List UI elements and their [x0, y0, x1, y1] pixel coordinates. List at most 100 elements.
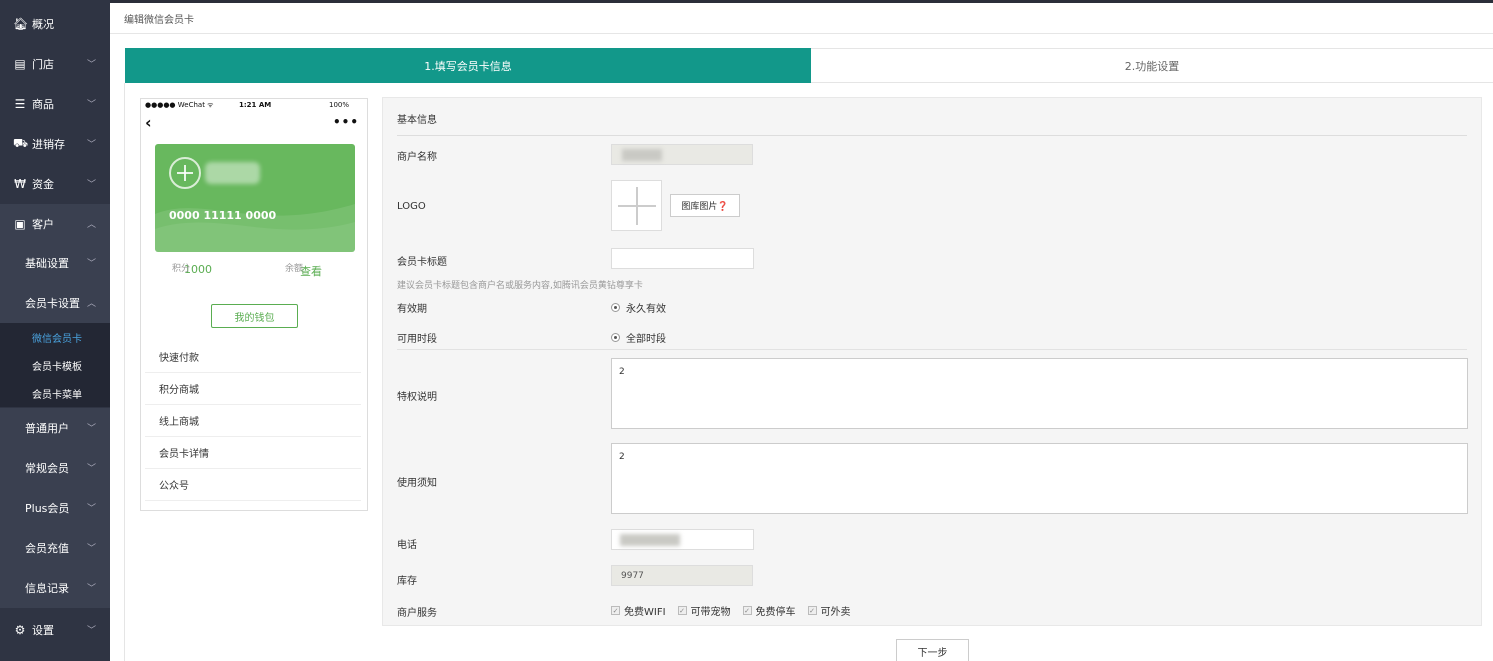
services-checkboxes: ✓ 免费WIFI ✓ 可带宠物 ✓ 免费停车 ✓ 可外卖: [611, 603, 863, 618]
member-card: 0000 11111 0000: [155, 144, 355, 252]
period-label: 可用时段: [397, 334, 437, 345]
sidebar-item-normal-users[interactable]: 普通用户 ﹀: [0, 408, 110, 448]
sidebar-item-label: 会员充值: [25, 542, 69, 555]
chevron-down-icon: ﹀: [86, 100, 96, 110]
points-value: 1000: [184, 263, 212, 276]
sidebar-item-basic-settings[interactable]: 基础设置 ﹀: [0, 243, 110, 283]
sidebar-item-label: 常规会员: [25, 462, 69, 475]
sidebar-item-label: 客户: [32, 218, 54, 231]
sidebar-item-wechat-card[interactable]: 微信会员卡: [0, 323, 110, 351]
list-item[interactable]: 线上商城: [145, 405, 361, 437]
privilege-textarea[interactable]: 2: [611, 358, 1468, 429]
sidebar-item-label: 进销存: [32, 138, 65, 151]
divider: [397, 135, 1467, 136]
points-stat: 积分 1000: [158, 261, 238, 276]
sidebar-item-plus-members[interactable]: Plus会员 ﹀: [0, 488, 110, 528]
chevron-up-icon: ︿: [86, 299, 96, 309]
balance-view-link[interactable]: 查看: [271, 263, 351, 279]
next-step-button[interactable]: 下一步: [896, 639, 969, 661]
list-item[interactable]: 积分商城: [145, 373, 361, 405]
my-wallet-button[interactable]: 我的钱包: [211, 304, 298, 328]
card-preview-phone: ●●●●● WeChat ᯤ 1:21 AM 100% ‹ ••• 0000 1…: [140, 98, 368, 511]
check-icon: ✓: [611, 606, 620, 615]
more-icon[interactable]: •••: [333, 115, 359, 129]
phone-input[interactable]: [611, 529, 754, 550]
divider: [397, 349, 1467, 350]
sidebar-item-inventory[interactable]: ⛟ 进销存 ﹀: [0, 124, 110, 164]
image-library-button[interactable]: 图库图片❓: [670, 194, 740, 217]
radio-icon: [611, 333, 620, 342]
checkbox-label: 免费停车: [755, 607, 796, 618]
step-function-settings[interactable]: 2.功能设置: [811, 48, 1493, 83]
sidebar-item-customer[interactable]: ▣ 客户 ︿: [0, 204, 110, 244]
checkbox-label: 可外卖: [820, 607, 851, 618]
chevron-down-icon: ﹀: [86, 60, 96, 70]
home-icon: 🏠︎: [13, 17, 29, 31]
sidebar-item-goods[interactable]: ☰ 商品 ﹀: [0, 84, 110, 124]
notice-textarea[interactable]: 2: [611, 443, 1468, 514]
card-name-redacted: [205, 162, 260, 184]
sidebar-item-label: 设置: [32, 624, 54, 637]
sidebar-item-store[interactable]: ▤ 门店 ﹀: [0, 44, 110, 84]
sidebar-item-overview[interactable]: 🏠︎ 概况: [0, 4, 110, 44]
step-fill-card-info[interactable]: 1.填写会员卡信息: [125, 48, 811, 83]
sidebar-item-label: 会员卡菜单: [32, 389, 82, 401]
sidebar-item-label: 会员卡设置: [25, 297, 80, 310]
card-title-hint: 建议会员卡标题包含商户名或服务内容,如腾讯会员黄钻尊享卡: [397, 281, 643, 291]
sidebar-item-settings[interactable]: ⚙ 设置 ﹀: [0, 610, 110, 650]
status-bar: ●●●●● WeChat ᯤ 1:21 AM 100%: [141, 99, 367, 111]
sidebar-item-funds[interactable]: ₩ 资金 ﹀: [0, 164, 110, 204]
card-wave-decoration: [155, 204, 355, 252]
sidebar-item-card-template[interactable]: 会员卡模板: [0, 351, 110, 379]
truck-icon: ⛟: [13, 136, 29, 150]
sidebar-item-card-settings[interactable]: 会员卡设置 ︿: [0, 283, 110, 323]
phone-label: 电话: [397, 540, 417, 551]
card-title-input[interactable]: [611, 248, 754, 269]
chevron-down-icon: ﹀: [86, 544, 96, 554]
service-wifi-checkbox[interactable]: ✓ 免费WIFI: [611, 603, 666, 618]
card-logo-placeholder-icon: [169, 157, 201, 189]
sidebar-item-card-menu[interactable]: 会员卡菜单: [0, 379, 110, 407]
sidebar-item-label: 基础设置: [25, 257, 69, 270]
chevron-down-icon: ﹀: [86, 140, 96, 150]
service-pets-checkbox[interactable]: ✓ 可带宠物: [677, 603, 731, 618]
sidebar-item-label: 微信会员卡: [32, 333, 82, 345]
list-item[interactable]: 会员卡详情: [145, 437, 361, 469]
checkbox-label: 可带宠物: [690, 607, 731, 618]
service-parking-checkbox[interactable]: ✓ 免费停车: [742, 603, 796, 618]
logo-label: LOGO: [397, 201, 426, 212]
id-card-icon: ▣: [14, 217, 26, 231]
stock-field: 9977: [611, 565, 753, 586]
sidebar-item-label: 信息记录: [25, 582, 69, 595]
chevron-down-icon: ﹀: [86, 626, 96, 636]
back-icon[interactable]: ‹: [145, 115, 152, 131]
chevron-down-icon: ﹀: [86, 584, 96, 594]
merchant-name-field: [611, 144, 753, 165]
balance-label: 余额: [285, 264, 304, 274]
sidebar-item-label: 资金: [32, 178, 54, 191]
list-item[interactable]: 公众号: [145, 469, 361, 501]
period-radio[interactable]: 全部时段: [611, 330, 666, 345]
radio-label: 全部时段: [626, 334, 666, 345]
validity-radio[interactable]: 永久有效: [611, 300, 666, 315]
validity-label: 有效期: [397, 304, 427, 315]
divider: [124, 83, 125, 661]
chevron-down-icon: ﹀: [86, 504, 96, 514]
card-number: 0000 11111 0000: [169, 209, 277, 222]
chevron-down-icon: ﹀: [86, 424, 96, 434]
stock-label: 库存: [397, 576, 417, 587]
sidebar: 🏠︎ 概况 ▤ 门店 ﹀ ☰ 商品 ﹀ ⛟ 进销存 ﹀ ₩ 资金 ﹀ ▣ 客户 …: [0, 0, 110, 661]
chevron-up-icon: ︿: [86, 220, 96, 230]
sidebar-item-regular-members[interactable]: 常规会员 ﹀: [0, 448, 110, 488]
service-takeout-checkbox[interactable]: ✓ 可外卖: [807, 603, 851, 618]
gear-icon: ⚙: [14, 623, 26, 637]
radio-label: 永久有效: [626, 304, 666, 315]
sidebar-item-info-records[interactable]: 信息记录 ﹀: [0, 568, 110, 608]
sidebar-item-member-recharge[interactable]: 会员充值 ﹀: [0, 528, 110, 568]
balance-stat: 余额 查看: [271, 261, 351, 279]
notice-label: 使用须知: [397, 478, 437, 489]
list-item[interactable]: 快速付款: [145, 341, 361, 373]
sidebar-item-label: 商品: [32, 98, 54, 111]
checkbox-label: 免费WIFI: [624, 607, 666, 618]
logo-upload-placeholder[interactable]: [611, 180, 662, 231]
